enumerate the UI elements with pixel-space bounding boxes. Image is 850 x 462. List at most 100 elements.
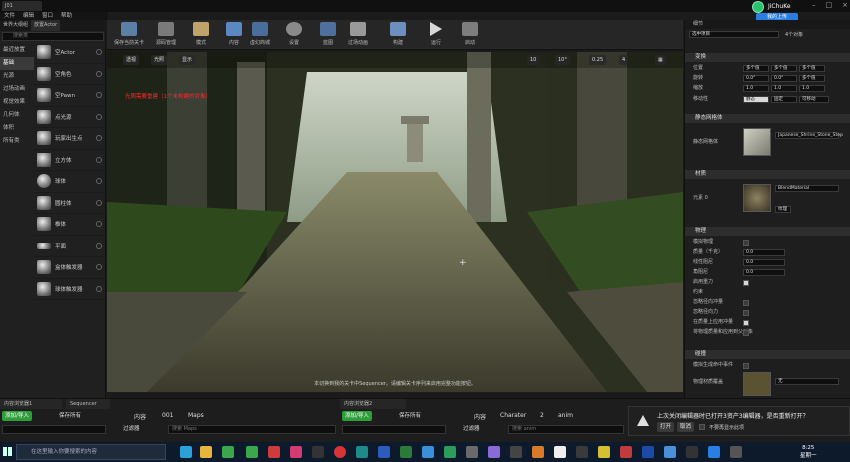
maps-search-input[interactable]: 搜索 Maps xyxy=(168,425,336,434)
grid-snap[interactable]: 10 xyxy=(527,55,540,65)
cancel-button[interactable]: 取消 xyxy=(677,422,695,432)
breadcrumb-content-2[interactable]: 内容 xyxy=(474,412,486,421)
ignore-radial-force-checkbox[interactable] xyxy=(743,310,749,316)
texture-dropdown[interactable]: 纹理 xyxy=(775,206,791,213)
mobility-stationary[interactable]: 固定 xyxy=(771,96,797,103)
settings-button[interactable]: 设置 xyxy=(283,22,305,48)
static-mesh-picker[interactable]: Japanese_Shrine_Stone_Step xyxy=(775,132,843,139)
simulate-physics-checkbox[interactable] xyxy=(743,240,749,246)
tab-place-actors[interactable]: 放置Actor xyxy=(31,20,61,31)
level-viewport[interactable]: 透视 光照 显示 10 10° 0.25 4 ▦ 光照需要重建（1个未构建的对象… xyxy=(107,52,683,392)
mobility-movable[interactable]: 可移动 xyxy=(799,96,829,103)
open-button[interactable]: 打开 xyxy=(657,422,675,432)
apply-impulse-checkbox[interactable] xyxy=(743,320,749,326)
save-all-button[interactable]: 保存所有 xyxy=(56,411,84,421)
cinematics-button[interactable]: 过场动画 xyxy=(343,22,373,48)
details-search[interactable]: 选中项目 xyxy=(689,31,779,38)
tab-world-outliner[interactable]: 世界大纲组 xyxy=(0,20,31,31)
list-item[interactable]: 点光源 xyxy=(34,107,106,128)
tab-content-browser-2[interactable]: 内容浏览器2 xyxy=(340,399,406,409)
help-icon[interactable] xyxy=(96,49,102,56)
location-z[interactable]: 多个值 xyxy=(799,65,825,72)
app-orange-icon[interactable] xyxy=(532,446,544,458)
section-transform[interactable]: 变换 xyxy=(685,53,850,62)
breadcrumb-content[interactable]: 内容 xyxy=(134,412,146,421)
tab-sequencer[interactable]: Sequencer xyxy=(66,399,110,409)
app-gray-icon[interactable] xyxy=(466,446,478,458)
list-item[interactable]: 玩家出生点 xyxy=(34,128,106,150)
launch-button[interactable]: 启动 xyxy=(459,22,481,48)
excel-icon[interactable] xyxy=(400,446,412,458)
help-icon[interactable] xyxy=(96,70,102,77)
class-search-input[interactable]: 搜索类 xyxy=(2,32,104,41)
perspective-button[interactable]: 透视 xyxy=(123,55,140,65)
list-item[interactable]: 球体 xyxy=(34,171,106,193)
window-tab[interactable]: J01 xyxy=(2,1,42,11)
chat-icon[interactable] xyxy=(246,446,258,458)
windows-start-icon[interactable] xyxy=(3,447,12,456)
list-item[interactable]: 椎体 xyxy=(34,214,106,236)
play-button[interactable]: 运行 xyxy=(425,22,447,48)
help-icon[interactable] xyxy=(96,221,102,228)
physics-mass-to-parent-checkbox[interactable] xyxy=(743,330,749,336)
app-yellow-icon[interactable] xyxy=(598,446,610,458)
taskbar-clock[interactable]: 8:25 星期一 xyxy=(800,445,817,459)
app-cloud-icon[interactable] xyxy=(664,446,676,458)
taskbar-search-input[interactable]: 在这里输入你要搜索的内容 xyxy=(16,444,166,460)
details-tab[interactable]: 细节 xyxy=(685,20,850,29)
source-control-button[interactable]: 源码管理 xyxy=(149,22,183,48)
close-icon[interactable]: × xyxy=(842,1,848,11)
anim-search-input[interactable]: 搜索 anim xyxy=(508,425,624,434)
app-pdf-icon[interactable] xyxy=(620,446,632,458)
category-lights[interactable]: 光源 xyxy=(0,70,34,83)
edge-icon[interactable] xyxy=(180,446,192,458)
save-level-button[interactable]: 保存当前关卡 xyxy=(111,22,147,48)
folder-search[interactable] xyxy=(2,425,106,434)
mass-field[interactable]: 0.0 xyxy=(743,249,785,256)
content-button[interactable]: 内容 xyxy=(223,22,245,48)
photoshop-icon[interactable] xyxy=(642,446,654,458)
wechat-icon[interactable] xyxy=(222,446,234,458)
app-red-icon[interactable] xyxy=(268,446,280,458)
hit-events-checkbox[interactable] xyxy=(743,363,749,369)
help-icon[interactable] xyxy=(96,264,102,271)
unreal-engine-icon[interactable] xyxy=(554,446,566,458)
scale-x[interactable]: 1.0 xyxy=(743,85,769,92)
tab-content-browser-1[interactable]: 内容浏览器1 xyxy=(0,399,62,409)
camera-speed[interactable]: 4 xyxy=(619,55,629,65)
app-dark-icon[interactable] xyxy=(312,446,324,458)
folder-icon[interactable] xyxy=(200,446,212,458)
scale-y[interactable]: 1.0 xyxy=(771,85,797,92)
viewport-layout-icon[interactable]: ▦ xyxy=(655,55,666,65)
dont-show-checkbox[interactable] xyxy=(699,424,705,430)
rotation-snap[interactable]: 10° xyxy=(555,55,570,65)
help-icon[interactable] xyxy=(96,92,102,99)
save-all-button-2[interactable]: 保存所有 xyxy=(396,411,424,421)
static-mesh-thumbnail[interactable] xyxy=(743,128,771,156)
add-import-button-2[interactable]: 添加/导入 xyxy=(342,411,372,421)
breadcrumb-2[interactable]: 2 xyxy=(540,412,544,419)
build-button[interactable]: 构建 xyxy=(387,22,409,48)
show-button[interactable]: 显示 xyxy=(179,55,196,65)
scale-snap[interactable]: 0.25 xyxy=(589,55,607,65)
filters-button-2[interactable]: 过滤器 xyxy=(460,424,483,434)
list-item[interactable]: 空角色 xyxy=(34,64,106,85)
lit-button[interactable]: 光照 xyxy=(151,55,168,65)
app-pink-icon[interactable] xyxy=(290,446,302,458)
minimize-icon[interactable]: – xyxy=(812,1,816,11)
phys-material-thumbnail[interactable] xyxy=(743,372,771,396)
rotation-z[interactable]: 多个值 xyxy=(799,75,825,82)
enable-gravity-checkbox[interactable] xyxy=(743,280,749,286)
material-picker[interactable]: BlendMaterial xyxy=(775,185,839,192)
rotation-y[interactable]: 0.0° xyxy=(771,75,797,82)
category-geometry[interactable]: 几何体 xyxy=(0,109,34,122)
list-item[interactable]: 立方体 xyxy=(34,150,106,171)
help-icon[interactable] xyxy=(96,199,102,206)
app-blue-icon[interactable] xyxy=(422,446,434,458)
angular-damping-field[interactable]: 0.0 xyxy=(743,269,785,276)
list-item[interactable]: 球体触发器 xyxy=(34,279,106,300)
help-icon[interactable] xyxy=(96,242,102,249)
help-icon[interactable] xyxy=(96,156,102,163)
section-physics[interactable]: 物理 xyxy=(685,227,850,236)
breadcrumb-001[interactable]: 001 xyxy=(162,412,173,419)
